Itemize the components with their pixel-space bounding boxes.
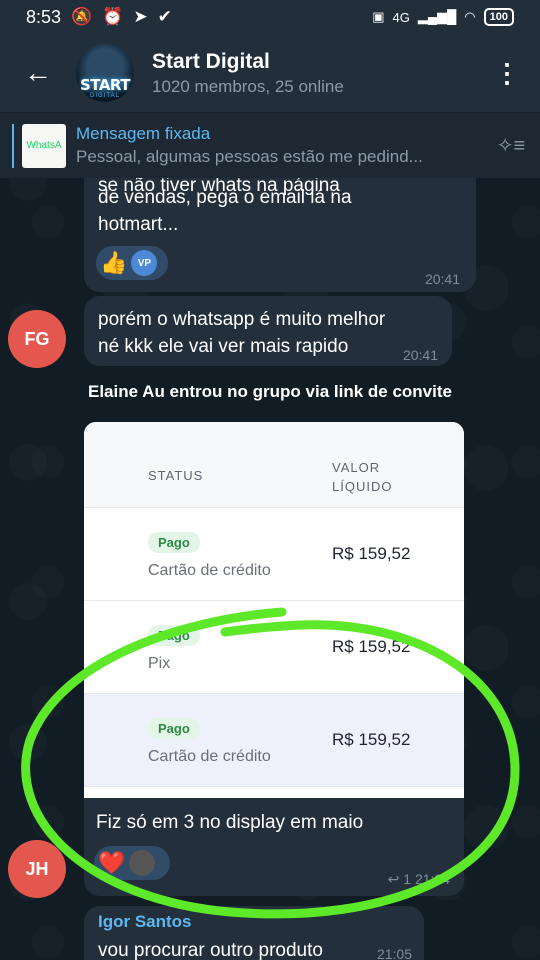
message-3-meta: ↩ 1 21:04 — [387, 871, 450, 887]
battery-icon: 100 — [483, 8, 514, 26]
message-3-image[interactable]: STATUS VALOR LÍQUIDO Pago Cartão de créd… — [84, 422, 464, 798]
table-header: STATUS VALOR LÍQUIDO — [84, 422, 464, 508]
header-valor-line-2: LÍQUIDO — [332, 479, 393, 494]
message-2-time: 20:41 — [402, 347, 438, 363]
pin-list-icon-overlay: ✧≡ — [496, 135, 526, 157]
back-button[interactable]: ← — [0, 34, 76, 112]
amount: R$ 159,52 — [332, 730, 411, 749]
message-3-caption-bubble[interactable]: Fiz só em 3 no display em maio ❤️ ↩ 1 21… — [84, 798, 464, 896]
message-1-line-1: de vendas, pega o email lá na — [98, 187, 352, 208]
chat-header: ← START DIGITAL Start Digital 1020 membr… — [0, 34, 540, 112]
wifi-icon: ◠ — [464, 9, 476, 24]
avatar-jh-initials: JH — [25, 858, 49, 879]
table-row: Pago Pix R$ 159,52 — [84, 601, 464, 694]
payment-method: Cartão de crédito — [148, 562, 271, 579]
chat-title: Start Digital — [152, 49, 270, 73]
message-4-time: 21:05 — [376, 946, 412, 960]
volte-icon: ▣ — [372, 9, 385, 24]
network-label: 4G — [392, 9, 410, 25]
message-1-time: 20:41 — [424, 271, 460, 287]
chat-subtitle: 1020 membros, 25 online — [152, 76, 344, 96]
heart-icon: ❤️ — [98, 850, 126, 875]
pinned-body-overlay: Pessoal, algumas pessoas estão me pedind… — [76, 147, 423, 166]
avatar-logo-text: START — [79, 76, 131, 94]
arrow-left-icon: ← — [24, 57, 52, 88]
message-2-line-1: porém o whatsapp é muito melhor — [98, 309, 386, 330]
message-4-sender: Igor Santos — [98, 912, 192, 931]
pinned-title-overlay: Mensagem fixada — [76, 124, 211, 143]
payment-method: Pix — [148, 655, 171, 672]
avatar-jh[interactable]: JH — [8, 840, 66, 898]
thumbs-up-icon: 👍 — [100, 250, 128, 275]
reaction-user-avatar: VP — [131, 250, 158, 276]
status-right: ▣ 4G ▂▄▆█ ◠ 100 — [372, 8, 514, 26]
message-bubble-2[interactable]: porém o whatsapp é muito melhor né kkk e… — [84, 296, 452, 366]
message-3-reaction[interactable]: ❤️ — [94, 846, 170, 880]
header-status: STATUS — [148, 468, 204, 483]
table-row: Pago Cartão de crédito R$ 159,52 — [84, 508, 464, 601]
check-circle-icon: ✔ — [157, 7, 172, 26]
clock: 8:53 — [26, 6, 62, 27]
message-4-text: vou procurar outro produto — [98, 940, 323, 960]
reaction-user-avatar — [129, 850, 156, 876]
avatar-logo-sub: DIGITAL — [90, 93, 120, 99]
avatar-fg[interactable]: FG — [8, 310, 66, 368]
message-3-caption: Fiz só em 3 no display em maio — [96, 812, 364, 833]
header-valor-line-1: VALOR — [332, 460, 381, 475]
pinned-message-bar-overlay: WhatsA Mensagem fixada Pessoal, algumas … — [0, 112, 540, 178]
notifications-off-icon: 🔕 — [71, 7, 93, 26]
more-options-button[interactable]: ⋮ — [474, 34, 540, 112]
pinned-list-icon-overlay: ✧≡ — [482, 133, 540, 158]
status-badge: Pago — [148, 625, 200, 646]
message-1-line-2: hotmart... — [98, 214, 179, 235]
amount: R$ 159,52 — [332, 544, 411, 563]
payment-method: Cartão de crédito — [148, 748, 271, 765]
amount: R$ 159,52 — [332, 637, 411, 656]
pin-indicator-overlay — [12, 123, 14, 168]
pinned-thumb-label-overlay: WhatsA — [26, 140, 62, 151]
status-badge: Pago — [148, 718, 200, 739]
signal-icon: ▂▄▆█ — [417, 9, 457, 24]
status-left: 8:53 🔕 ⏰ ➤ ✔ — [26, 7, 172, 28]
header-valor: VALOR LÍQUIDO — [332, 458, 412, 496]
table-row: Pago Cartão de crédito R$ 159,52 — [84, 694, 464, 787]
status-badge: Pago — [148, 532, 200, 553]
alarm-icon: ⏰ — [102, 7, 124, 26]
avatar-fg-initials: FG — [24, 328, 50, 349]
message-2-line-2: né kkk ele vai ver mais rapido — [98, 336, 349, 357]
status-bar: 8:53 🔕 ⏰ ➤ ✔ ▣ 4G ▂▄▆█ ◠ 100 — [0, 0, 540, 34]
service-message: Elaine Au entrou no grupo via link de co… — [88, 382, 452, 401]
group-avatar[interactable]: START DIGITAL — [76, 44, 134, 102]
more-vertical-icon: ⋮ — [494, 57, 520, 88]
message-bubble-4[interactable]: Igor Santos vou procurar outro produto 2… — [84, 906, 424, 960]
pinned-text-overlay: Mensagem fixada Pessoal, algumas pessoas… — [76, 124, 482, 167]
telegram-icon: ➤ — [133, 7, 148, 26]
pinned-thumbnail-overlay: WhatsA — [22, 123, 66, 168]
header-info[interactable]: Start Digital 1020 membros, 25 online — [152, 50, 474, 97]
message-1-reaction[interactable]: 👍 VP — [96, 246, 168, 280]
